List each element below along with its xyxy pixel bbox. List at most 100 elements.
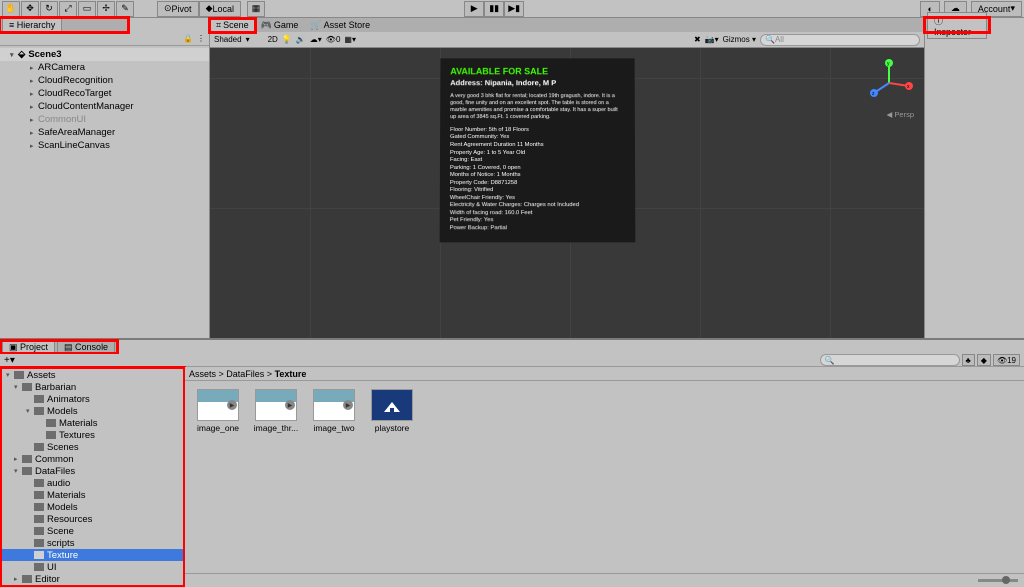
rotate-tool[interactable]: ↻ <box>40 1 58 17</box>
scene-panel: ⌗ Scene 🎮 Game 🛒 Asset Store Shaded▾ 2D … <box>210 18 924 338</box>
pause-button[interactable]: ▮▮ <box>484 1 504 17</box>
move-tool[interactable]: ✥ <box>21 1 39 17</box>
fx-toggle[interactable]: ☁▾ <box>310 35 322 44</box>
hierarchy-tab-bar: ≡ Hierarchy <box>0 18 128 32</box>
project-tree-item[interactable]: Assets <box>0 369 184 381</box>
grid-toggle[interactable]: ▦▾ <box>344 35 356 44</box>
hierarchy-item[interactable]: CloudContentManager <box>0 100 209 113</box>
lighting-toggle[interactable]: 💡 <box>282 35 292 44</box>
card-detail: Gated Community: Yes <box>450 134 625 142</box>
hidden-toggle[interactable]: 👁0 <box>326 35 341 44</box>
project-search[interactable]: 🔍 <box>820 354 960 366</box>
play-button[interactable]: ▶ <box>464 1 484 17</box>
project-tree-item[interactable]: audio <box>0 477 184 489</box>
project-content: Assets > DataFiles > Texture ▶ image_one… <box>185 367 1024 587</box>
project-tree-item[interactable]: Models <box>0 501 184 513</box>
create-menu[interactable]: +▾ <box>4 355 15 366</box>
asset-store-tab[interactable]: 🛒 Asset Store <box>304 19 376 32</box>
card-detail: Months of Notice: 1 Months <box>450 172 625 180</box>
project-tree-item[interactable]: Animators <box>0 393 184 405</box>
hierarchy-item[interactable]: CommonUI <box>0 113 209 126</box>
audio-toggle[interactable]: 🔊 <box>296 35 306 44</box>
main-toolbar: ✋ ✥ ↻ ⤢ ▭ ✢ ✎ ⊙ Pivot ◆ Local ▦ ▶ ▮▮ ▶▮ … <box>0 0 1024 18</box>
inspector-panel: ⓘ Inspector <box>924 18 1024 338</box>
transform-tool[interactable]: ✢ <box>97 1 115 17</box>
project-tree-item[interactable]: Textures <box>0 429 184 441</box>
hierarchy-lock-icon[interactable]: 🔒 <box>183 34 193 43</box>
card-detail: Width of facing road: 160.0 Feet <box>450 210 626 218</box>
card-detail: WheelChair Friendly: Yes <box>450 195 625 203</box>
card-detail: Pet Friendly: Yes <box>450 217 626 225</box>
card-detail: Facing: East <box>450 157 625 165</box>
project-tree-item[interactable]: Barbarian <box>0 381 184 393</box>
hierarchy-item[interactable]: CloudRecoTarget <box>0 87 209 100</box>
scene-toolbar: Shaded▾ 2D 💡 🔊 ☁▾ 👁0 ▦▾ ✖ 📷▾ Gizmos ▾ 🔍 … <box>210 32 924 48</box>
project-tree-item[interactable]: Scenes <box>0 441 184 453</box>
hierarchy-tree: ⬙Scene3 ARCamera CloudRecognition CloudR… <box>0 46 209 154</box>
console-tab[interactable]: ▤ Console <box>57 340 115 355</box>
filter-favorites[interactable]: ♣ <box>962 354 975 366</box>
local-toggle[interactable]: ◆ Local <box>199 1 241 17</box>
hand-tool[interactable]: ✋ <box>2 1 20 17</box>
card-detail: Parking: 1 Covered, 0 open <box>450 165 625 173</box>
scale-tool[interactable]: ⤢ <box>59 1 77 17</box>
camera-toggle[interactable]: 📷▾ <box>705 35 719 44</box>
hierarchy-item[interactable]: CloudRecognition <box>0 74 209 87</box>
rect-tool[interactable]: ▭ <box>78 1 96 17</box>
thumbnail-size-slider[interactable] <box>978 579 1018 582</box>
breadcrumb[interactable]: Assets > DataFiles > Texture <box>185 367 1024 381</box>
card-detail: Rent Agreement Duration 11 Months <box>450 142 625 150</box>
snap-toggle[interactable]: ▦ <box>247 1 265 17</box>
project-tab-bar: ▣ Project ▤ Console <box>0 340 118 354</box>
scene-ui-card: AVAILABLE FOR SALE Address: Nipania, Ind… <box>440 58 636 242</box>
scene-tab[interactable]: ⌗ Scene <box>210 19 255 32</box>
card-detail: Floor Number: 5th of 18 Floors <box>450 127 625 135</box>
hierarchy-tab[interactable]: ≡ Hierarchy <box>2 18 62 32</box>
hierarchy-item[interactable]: ARCamera <box>0 61 209 74</box>
asset-thumbnail[interactable]: ▶ image_two <box>309 389 359 433</box>
shading-mode-dropdown[interactable]: Shaded <box>214 35 242 44</box>
card-detail: Power Backup: Partial <box>450 225 626 233</box>
custom-tool[interactable]: ✎ <box>116 1 134 17</box>
project-tree-item[interactable]: scripts <box>0 537 184 549</box>
card-detail: Electricity & Water Charges: Charges not… <box>450 202 625 210</box>
project-tab[interactable]: ▣ Project <box>2 340 55 355</box>
scene-root[interactable]: ⬙Scene3 <box>0 48 209 61</box>
project-tree-item[interactable]: UI <box>0 561 184 573</box>
project-tree-item[interactable]: Common <box>0 453 184 465</box>
filter-type[interactable]: ◆ <box>977 354 991 366</box>
card-detail: Flooring: Vitrified <box>450 187 625 195</box>
asset-thumbnail[interactable]: playstore <box>367 389 417 433</box>
hidden-count[interactable]: 👁19 <box>993 354 1020 366</box>
card-detail: Property Age: 1 to 5 Year Old <box>450 150 625 158</box>
tools-toggle[interactable]: ✖ <box>694 35 701 44</box>
projection-label[interactable]: ◀ Persp <box>887 110 914 119</box>
project-tree-item[interactable]: Resources <box>0 513 184 525</box>
game-tab[interactable]: 🎮 Game <box>255 19 305 32</box>
hierarchy-item[interactable]: SafeAreaManager <box>0 126 209 139</box>
project-tree-item[interactable]: Editor <box>0 573 184 585</box>
2d-toggle[interactable]: 2D <box>268 35 278 44</box>
project-panel: ▣ Project ▤ Console +▾ 🔍 ♣ ◆ 👁19 Assets … <box>0 338 1024 584</box>
scene-viewport[interactable]: AVAILABLE FOR SALE Address: Nipania, Ind… <box>210 48 924 338</box>
card-description: A very good 3 bhk flat for rental; locat… <box>450 94 625 121</box>
project-tree-item[interactable]: Materials <box>0 417 184 429</box>
step-button[interactable]: ▶▮ <box>504 1 524 17</box>
inspector-tab[interactable]: ⓘ Inspector <box>927 12 987 39</box>
project-tree-item[interactable]: Scene <box>0 525 184 537</box>
card-title: AVAILABLE FOR SALE <box>450 66 624 78</box>
asset-thumbnail[interactable]: ▶ image_one <box>193 389 243 433</box>
pivot-toggle[interactable]: ⊙ Pivot <box>157 1 199 17</box>
project-tree-item-selected[interactable]: Texture <box>0 549 184 561</box>
project-tree-item[interactable]: DataFiles <box>0 465 184 477</box>
project-tree: Assets Barbarian Animators Models Materi… <box>0 367 185 587</box>
hierarchy-item[interactable]: ScanLineCanvas <box>0 139 209 152</box>
project-tree-item[interactable]: Materials <box>0 489 184 501</box>
asset-thumbnail[interactable]: ▶ image_thr... <box>251 389 301 433</box>
orientation-gizmo[interactable]: y x z <box>864 58 914 108</box>
scene-search[interactable]: 🔍 All <box>760 34 920 46</box>
gizmos-dropdown[interactable]: Gizmos ▾ <box>723 35 756 44</box>
project-tree-item[interactable]: Models <box>0 405 184 417</box>
inspector-tab-bar: ⓘ Inspector <box>925 18 989 32</box>
hierarchy-options-icon[interactable]: ⋮ <box>197 34 205 43</box>
